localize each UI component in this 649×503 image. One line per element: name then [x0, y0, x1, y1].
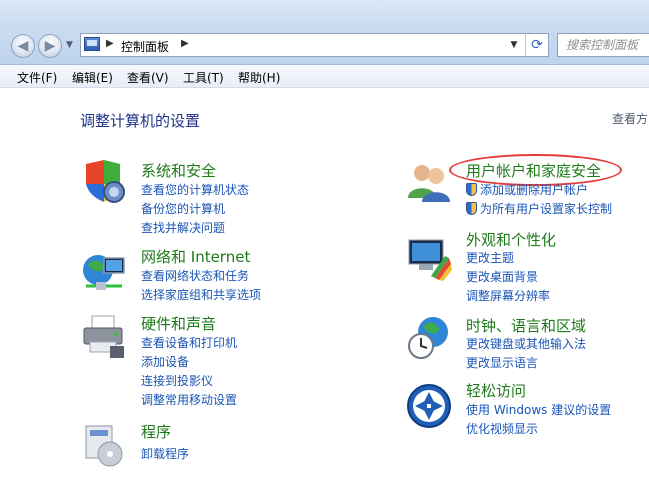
- link-label: 为所有用户设置家长控制: [480, 202, 613, 216]
- programs-icon: [85, 425, 123, 467]
- breadcrumb-control-panel[interactable]: 控制面板: [121, 38, 169, 55]
- uac-shield-icon: [466, 202, 477, 215]
- back-button[interactable]: ◀: [11, 34, 35, 58]
- link-parental-controls[interactable]: 为所有用户设置家长控制: [466, 200, 612, 217]
- link-change-theme[interactable]: 更改主题: [466, 249, 514, 266]
- view-by-label: 查看方: [612, 112, 649, 126]
- back-arrow-icon: ◀: [17, 38, 29, 54]
- menu-help[interactable]: 帮助(H): [238, 69, 280, 86]
- category-title-system-security[interactable]: 系统和安全: [141, 160, 216, 181]
- category-title-appearance[interactable]: 外观和个性化: [466, 229, 556, 250]
- category-title-hardware-sound[interactable]: 硬件和声音: [141, 313, 216, 334]
- link-backup-computer[interactable]: 备份您的计算机: [141, 200, 225, 217]
- link-homegroup-sharing[interactable]: 选择家庭组和共享选项: [141, 286, 261, 303]
- users-icon: [408, 165, 450, 202]
- link-change-background[interactable]: 更改桌面背景: [466, 268, 538, 285]
- clock-language-icon: [408, 317, 448, 359]
- forward-button[interactable]: ▶: [38, 34, 62, 58]
- system-security-icon: [86, 160, 125, 203]
- menu-edit[interactable]: 编辑(E): [72, 69, 113, 86]
- link-add-device[interactable]: 添加设备: [141, 353, 189, 370]
- link-label: 添加或删除用户帐户: [480, 183, 589, 197]
- category-title-network[interactable]: 网络和 Internet: [141, 246, 250, 267]
- recent-pages-dropdown[interactable]: ▼: [66, 40, 73, 50]
- menu-view[interactable]: 查看(V): [127, 69, 169, 86]
- link-devices-printers[interactable]: 查看设备和打印机: [141, 334, 237, 351]
- link-screen-resolution[interactable]: 调整屏幕分辨率: [466, 287, 550, 304]
- link-display-language[interactable]: 更改显示语言: [466, 354, 538, 371]
- menu-tools[interactable]: 工具(T): [183, 69, 224, 86]
- ease-of-access-icon: [407, 384, 451, 428]
- link-change-keyboards[interactable]: 更改键盘或其他输入法: [466, 335, 586, 352]
- chevron-down-icon: ▼: [510, 40, 518, 50]
- refresh-button[interactable]: ⟳: [525, 34, 548, 56]
- page-title: 调整计算机的设置: [80, 112, 201, 130]
- control-panel-icon: [84, 37, 100, 51]
- menu-bar: 文件(F) 编辑(E) 查看(V) 工具(T) 帮助(H): [0, 65, 649, 88]
- search-input[interactable]: 搜索控制面板: [557, 33, 649, 57]
- link-add-remove-users[interactable]: 添加或删除用户帐户: [466, 181, 588, 198]
- category-title-programs[interactable]: 程序: [141, 421, 171, 442]
- breadcrumb-arrow-icon[interactable]: ▶: [106, 38, 114, 49]
- printer-hardware-icon: [83, 315, 124, 358]
- network-globe-icon: [83, 255, 125, 290]
- link-optimize-video[interactable]: 优化视频显示: [466, 420, 538, 437]
- link-connect-projector[interactable]: 连接到投影仪: [141, 372, 213, 389]
- navigation-bar: ◀ ▶ ▼ ▶ 控制面板 ▶ ▼ ⟳ 搜索控制面板: [0, 0, 649, 65]
- link-find-fix-problems[interactable]: 查找并解决问题: [141, 219, 225, 236]
- appearance-icon: [408, 239, 452, 281]
- category-title-clock-language[interactable]: 时钟、语言和区域: [466, 315, 586, 336]
- chevron-down-icon: ▼: [66, 40, 73, 50]
- address-dropdown[interactable]: ▼: [504, 34, 524, 56]
- link-network-status[interactable]: 查看网络状态和任务: [141, 267, 249, 284]
- link-uninstall-program[interactable]: 卸载程序: [141, 445, 189, 462]
- refresh-icon: ⟳: [531, 37, 543, 53]
- uac-shield-icon: [466, 183, 477, 196]
- link-view-computer-status[interactable]: 查看您的计算机状态: [141, 181, 249, 198]
- forward-arrow-icon: ▶: [44, 38, 56, 54]
- link-mobility-settings[interactable]: 调整常用移动设置: [141, 391, 237, 408]
- category-title-ease-of-access[interactable]: 轻松访问: [466, 380, 526, 401]
- link-windows-recommended[interactable]: 使用 Windows 建议的设置: [466, 401, 611, 418]
- address-bar[interactable]: ▶ 控制面板 ▶ ▼ ⟳: [80, 33, 549, 57]
- main-content: 调整计算机的设置 查看方 系统和安全 查看您的计算机状态 备份您的计算机 查找并…: [0, 88, 649, 503]
- menu-file[interactable]: 文件(F): [17, 69, 57, 86]
- breadcrumb-arrow-icon[interactable]: ▶: [181, 38, 189, 49]
